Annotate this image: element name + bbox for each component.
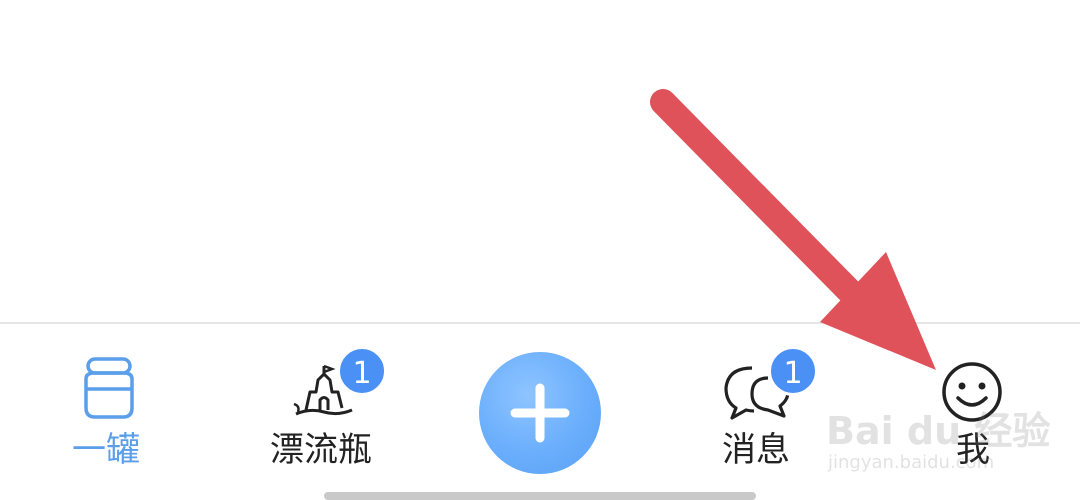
add-button[interactable]: [479, 352, 601, 474]
notification-badge: 1: [337, 346, 387, 396]
jar-icon: [80, 356, 138, 424]
tab-label: 消息: [722, 430, 790, 470]
watermark-logo: Bai du 经验: [826, 409, 1051, 453]
watermark-url: jingyan.baidu.com: [828, 452, 995, 473]
app-screen: 一罐 1 漂流瓶 1 消息 我 Bai du 经验 jingyan.baidu.…: [0, 0, 1080, 500]
home-indicator[interactable]: [324, 492, 756, 500]
tab-messages[interactable]: 1 消息: [708, 324, 828, 474]
tab-label: 一罐: [72, 430, 140, 470]
tab-jar[interactable]: 一罐: [50, 324, 170, 474]
tab-drift-bottle[interactable]: 1 漂流瓶: [262, 324, 392, 474]
watermark: Bai du 经验 jingyan.baidu.com: [826, 400, 1050, 480]
content-area: [0, 0, 1080, 322]
notification-badge: 1: [768, 346, 818, 396]
tab-label: 漂流瓶: [270, 430, 372, 470]
